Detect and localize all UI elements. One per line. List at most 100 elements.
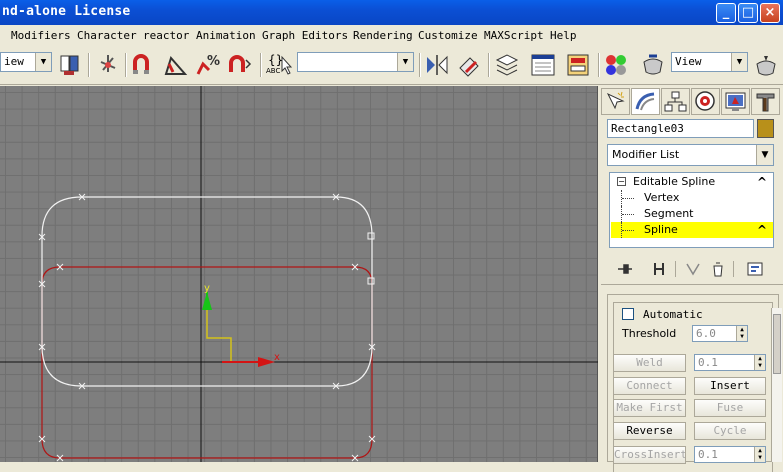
tab-hierarchy[interactable] xyxy=(661,88,690,115)
window-title: nd-alone License xyxy=(2,4,131,19)
command-panel: Rectangle03 Modifier List ▼ − Editable S… xyxy=(601,86,783,472)
render-type-value: View xyxy=(675,55,702,68)
chevron-up-icon[interactable]: ^ xyxy=(757,174,767,190)
reference-coord-value: iew xyxy=(4,55,24,68)
toolbar-separator xyxy=(88,53,90,77)
reverse-button[interactable]: Reverse xyxy=(613,422,686,440)
menu-reactor[interactable]: reactor xyxy=(143,29,189,42)
viewport-canvas: y x xyxy=(0,86,598,462)
modifier-list-label: Modifier List xyxy=(612,148,680,161)
tree-line xyxy=(621,190,635,206)
stack-item-label: Segment xyxy=(644,207,694,220)
close-button[interactable]: × xyxy=(760,3,780,23)
toolbar-separator xyxy=(419,53,421,77)
tab-modify[interactable] xyxy=(631,88,660,115)
layer-manager-icon[interactable] xyxy=(494,52,520,78)
automatic-label: Automatic xyxy=(643,308,703,321)
named-selection-icon[interactable]: {} ABC xyxy=(266,53,294,79)
menu-character[interactable]: Character xyxy=(77,29,137,42)
command-panel-tabs xyxy=(601,86,783,116)
spinner-arrows-icon[interactable]: ▲ ▼ xyxy=(736,326,747,341)
manipulate-icon[interactable] xyxy=(95,52,121,78)
menu-rendering[interactable]: Rendering xyxy=(353,29,413,42)
menu-graph-editors[interactable]: Graph Editors xyxy=(262,29,348,42)
stack-item-editable-spline[interactable]: − Editable Spline ^ xyxy=(611,174,773,190)
connect-button[interactable]: Connect xyxy=(613,377,686,395)
tab-create[interactable] xyxy=(601,88,630,115)
collapse-icon[interactable]: − xyxy=(617,177,626,186)
cycle-button[interactable]: Cycle xyxy=(694,422,766,440)
render-scene-icon[interactable] xyxy=(640,52,666,78)
menu-maxscript[interactable]: MAXScript xyxy=(484,29,544,42)
command-panel-scrollbar[interactable] xyxy=(771,308,782,462)
schematic-view-icon[interactable] xyxy=(565,52,591,78)
stack-item-vertex[interactable]: Vertex xyxy=(611,190,773,206)
object-name-field[interactable]: Rectangle03 xyxy=(607,119,754,138)
make-unique-icon[interactable] xyxy=(684,260,702,278)
spinner-snap-icon[interactable] xyxy=(227,52,253,78)
mirror-icon[interactable] xyxy=(424,52,450,78)
display-icon xyxy=(725,92,746,111)
pin-stack-icon[interactable] xyxy=(616,260,634,278)
menu-animation[interactable]: Animation xyxy=(196,29,256,42)
menu-customize[interactable]: Customize xyxy=(418,29,478,42)
stack-item-spline[interactable]: Spline ^ xyxy=(611,222,773,238)
percent-snap-icon[interactable]: % xyxy=(195,52,221,78)
align-icon[interactable] xyxy=(456,52,482,78)
stack-item-segment[interactable]: Segment xyxy=(611,206,773,222)
axis-y-arrow xyxy=(202,292,212,310)
angle-snap-icon[interactable] xyxy=(163,52,189,78)
rollout-group: Automatic Threshold 6.0 ▲ ▼ Weld 0.1 ▲ ▼ C… xyxy=(613,302,773,472)
menu-help[interactable]: Help xyxy=(550,29,577,42)
cross-insert-button[interactable]: CrossInsert xyxy=(613,446,686,464)
weld-button[interactable]: Weld xyxy=(613,354,686,372)
modifier-list-dropdown[interactable]: Modifier List ▼ xyxy=(607,144,774,166)
modify-icon xyxy=(635,92,655,111)
remove-modifier-icon[interactable] xyxy=(709,260,727,278)
material-editor-icon[interactable] xyxy=(603,52,629,78)
spinner-arrows-icon[interactable]: ▲ ▼ xyxy=(754,447,765,462)
named-selection-set-dropdown[interactable]: ▼ xyxy=(297,52,414,72)
maximize-button[interactable]: □ xyxy=(738,3,758,23)
cross-insert-spinner[interactable]: 0.1 ▲ ▼ xyxy=(694,446,766,463)
object-color-swatch[interactable] xyxy=(757,119,774,138)
reference-coord-dropdown[interactable]: iew ▼ xyxy=(0,52,52,72)
create-icon xyxy=(606,91,625,110)
minimize-button[interactable]: _ xyxy=(716,3,736,23)
stack-item-label: Vertex xyxy=(644,191,680,204)
insert-button[interactable]: Insert xyxy=(694,377,766,395)
menu-modifiers[interactable]: Modifiers xyxy=(11,29,71,42)
tab-utilities[interactable] xyxy=(751,88,780,115)
toolbar-separator xyxy=(488,53,490,77)
tab-motion[interactable] xyxy=(691,88,720,115)
toolbar-separator xyxy=(125,53,127,77)
chevron-up-icon[interactable]: ^ xyxy=(757,222,767,238)
make-first-button[interactable]: Make First xyxy=(613,399,686,417)
toolbar-separator xyxy=(260,53,262,77)
tree-line xyxy=(621,222,635,238)
spinner-arrows-icon[interactable]: ▲ ▼ xyxy=(754,355,765,370)
stack-toolbar xyxy=(607,258,777,280)
threshold-spinner[interactable]: 6.0 ▲ ▼ xyxy=(692,325,748,342)
pivot-center-icon[interactable] xyxy=(57,52,83,78)
cross-insert-value: 0.1 xyxy=(698,448,718,461)
snap-toggle-icon[interactable] xyxy=(131,52,157,78)
fuse-button[interactable]: Fuse xyxy=(694,399,766,417)
stack-item-label: Spline xyxy=(644,223,678,236)
configure-modifier-sets-icon[interactable] xyxy=(746,260,764,278)
show-end-result-icon[interactable] xyxy=(650,260,668,278)
render-type-dropdown[interactable]: View ▼ xyxy=(671,52,748,72)
tree-line xyxy=(621,206,635,222)
axis-y-label: y xyxy=(204,283,210,294)
geometry-rollout: Automatic Threshold 6.0 ▲ ▼ Weld 0.1 ▲ ▼ C… xyxy=(607,294,779,472)
tab-display[interactable] xyxy=(721,88,750,115)
viewport-top[interactable]: y x xyxy=(0,86,598,462)
automatic-checkbox[interactable] xyxy=(622,308,634,320)
toolbar-separator xyxy=(598,53,600,77)
quick-render-icon[interactable] xyxy=(753,52,779,78)
pivot-gizmo xyxy=(206,310,232,362)
scrollbar-thumb[interactable] xyxy=(773,314,781,374)
menu-bar: Modifiers Character reactor Animation Gr… xyxy=(0,25,783,47)
weld-spinner[interactable]: 0.1 ▲ ▼ xyxy=(694,354,766,371)
curve-editor-icon[interactable] xyxy=(530,52,556,78)
